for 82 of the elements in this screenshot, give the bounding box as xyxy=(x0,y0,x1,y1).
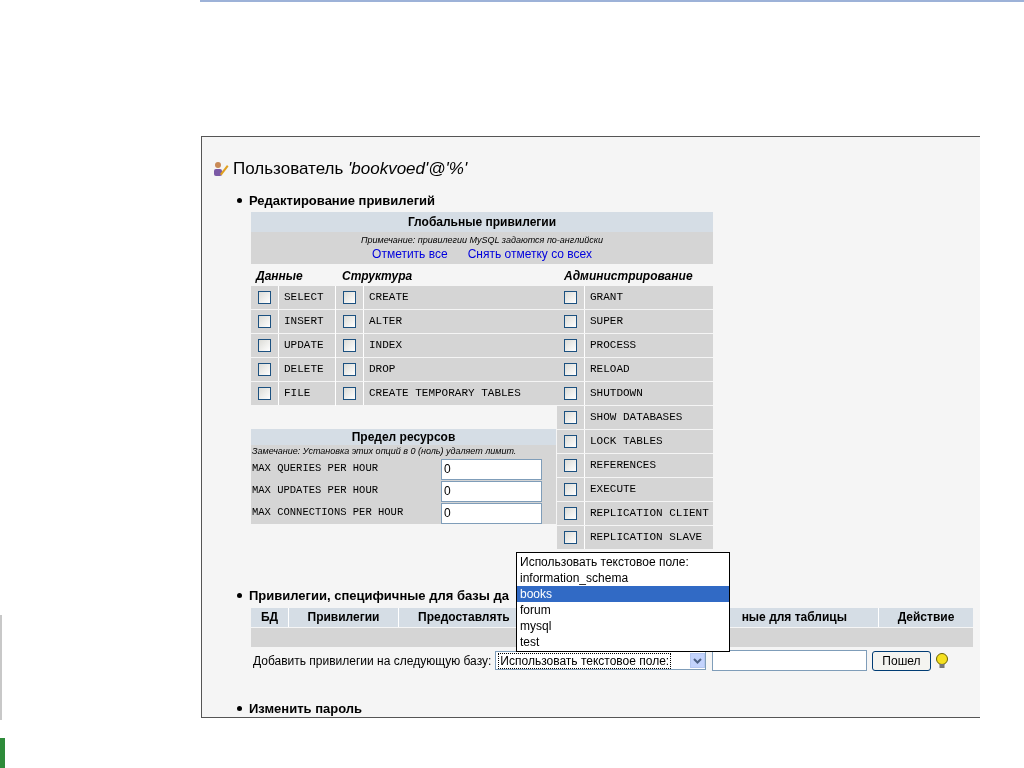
checkbox[interactable] xyxy=(343,339,356,352)
checkbox[interactable] xyxy=(564,411,577,424)
checkbox[interactable] xyxy=(343,387,356,400)
privilege-label: CREATE TEMPORARY TABLES xyxy=(369,386,521,402)
privilege-label: ALTER xyxy=(369,314,402,330)
input-field[interactable]: 0 xyxy=(441,502,542,524)
checkbox[interactable] xyxy=(258,363,271,376)
checkbox[interactable] xyxy=(564,363,577,376)
database-name-field[interactable] xyxy=(712,650,868,671)
section-heading: Изменить пароль xyxy=(249,699,363,717)
dropdown-option[interactable]: information_schema xyxy=(517,570,729,586)
link[interactable]: Снять отметку со всех xyxy=(467,246,592,262)
checkbox[interactable] xyxy=(564,507,577,520)
note-text: Примечание: привилегии MySQL задаются по-английски xyxy=(361,235,603,246)
dropdown-option[interactable]: mysql xyxy=(517,618,729,634)
privilege-label: DELETE xyxy=(284,362,324,378)
input-field[interactable]: 0 xyxy=(441,480,542,502)
column-header: БД xyxy=(260,609,279,626)
bullet-icon xyxy=(237,593,242,599)
privilege-label: SHUTDOWN xyxy=(590,386,643,402)
privilege-label: GRANT xyxy=(590,290,623,306)
input-field[interactable]: 0 xyxy=(441,458,542,480)
checkbox[interactable] xyxy=(564,291,577,304)
privilege-label: RELOAD xyxy=(590,362,630,378)
column-header: Администрирование xyxy=(563,268,693,285)
add-label: Добавить привилегии на следующую базу: xyxy=(253,652,492,670)
column-header: Привилегии xyxy=(307,609,380,626)
database-select[interactable]: Использовать текстовое поле: xyxy=(495,651,707,670)
section-heading: Привилегии, специфичные для базы да xyxy=(249,587,509,605)
section-heading: Редактирование привилегий xyxy=(249,191,436,210)
checkbox[interactable] xyxy=(564,459,577,472)
dropdown-option[interactable]: Использовать текстовое поле: xyxy=(517,554,729,570)
checkbox[interactable] xyxy=(343,291,356,304)
limit-label: MAX UPDATES PER HOUR xyxy=(251,483,380,499)
bullet-icon xyxy=(237,705,242,711)
limit-label: MAX QUERIES PER HOUR xyxy=(251,461,380,477)
user-edit-icon xyxy=(213,160,229,177)
checkbox[interactable] xyxy=(564,483,577,496)
privilege-label: EXECUTE xyxy=(590,482,637,498)
checkbox[interactable] xyxy=(564,531,577,544)
privilege-label: LOCK TABLES xyxy=(590,434,663,450)
checkbox[interactable] xyxy=(564,387,577,400)
checkbox[interactable] xyxy=(343,363,356,376)
privilege-label: SUPER xyxy=(590,314,623,330)
dropdown-option[interactable]: test xyxy=(517,634,729,650)
checkbox[interactable] xyxy=(258,339,271,352)
link[interactable]: Отметить все xyxy=(372,246,448,262)
privilege-label: DROP xyxy=(369,362,396,378)
column-header: Данные xyxy=(254,268,304,285)
privilege-label: INSERT xyxy=(284,314,324,330)
privilege-label: INDEX xyxy=(369,338,402,354)
dropdown-option[interactable]: books xyxy=(517,586,729,602)
dropdown-option[interactable]: forum xyxy=(517,602,729,618)
checkbox[interactable] xyxy=(258,387,271,400)
privilege-label: CREATE xyxy=(369,290,409,306)
checkbox[interactable] xyxy=(564,339,577,352)
column-header: Предоставлять xyxy=(418,609,510,626)
window-edge xyxy=(0,738,5,768)
go-button[interactable]: Пошел xyxy=(872,650,931,671)
table-header: Предел ресурсов xyxy=(251,429,556,445)
note-text: Замечание: Установка этих опций в 0 (ноль) удаляет лимит. xyxy=(251,445,518,458)
bullet-icon xyxy=(237,197,242,203)
column-header: ные для таблицы xyxy=(741,609,847,626)
checkbox[interactable] xyxy=(343,315,356,328)
privilege-label: UPDATE xyxy=(284,338,324,354)
privilege-label: REPLICATION SLAVE xyxy=(590,530,703,546)
table-header: Глобальные привилегии xyxy=(251,212,713,232)
privilege-label: FILE xyxy=(284,386,311,402)
privilege-label: SHOW DATABASES xyxy=(590,410,683,426)
privilege-label: REPLICATION CLIENT xyxy=(590,506,709,522)
checkbox[interactable] xyxy=(564,315,577,328)
checkbox[interactable] xyxy=(564,435,577,448)
checkbox[interactable] xyxy=(258,315,271,328)
checkbox[interactable] xyxy=(258,291,271,304)
column-header: Структура xyxy=(341,268,413,285)
privilege-label: SELECT xyxy=(284,290,324,306)
privilege-label: REFERENCES xyxy=(590,458,656,474)
privilege-label: PROCESS xyxy=(590,338,637,354)
limit-label: MAX CONNECTIONS PER HOUR xyxy=(251,505,405,521)
lightbulb-icon xyxy=(934,652,949,669)
page-title: Пользователь 'bookvoed'@'%' xyxy=(233,158,468,180)
column-header: Действие xyxy=(897,609,955,626)
